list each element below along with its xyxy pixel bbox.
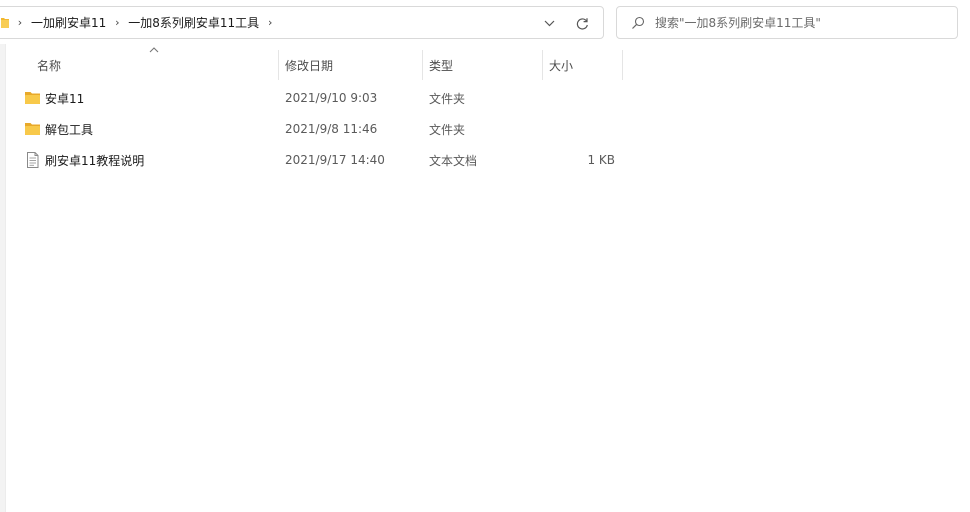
- column-header-name[interactable]: 名称: [20, 50, 278, 80]
- column-header-date[interactable]: 修改日期: [279, 50, 422, 80]
- column-header-size[interactable]: 大小: [543, 50, 622, 80]
- refresh-button[interactable]: [572, 13, 592, 33]
- file-size: [543, 84, 615, 112]
- column-header-label: 大小: [549, 58, 574, 73]
- file-modified-date: 2021/9/8 11:46: [285, 122, 378, 136]
- text-file-icon: [27, 152, 39, 168]
- chevron-right-icon[interactable]: ›: [13, 16, 27, 29]
- file-modified-date: 2021/9/10 9:03: [285, 91, 378, 105]
- file-row[interactable]: 解包工具 2021/9/8 11:46 文件夹: [20, 115, 623, 143]
- file-type: 文件夹: [429, 122, 466, 137]
- history-dropdown-button[interactable]: [539, 13, 559, 33]
- breadcrumb-item[interactable]: 一加刷安卓11: [27, 14, 110, 31]
- file-modified-date: 2021/9/17 14:40: [285, 153, 385, 167]
- breadcrumb: › 一加刷安卓11 › 一加8系列刷安卓11工具 ›: [13, 7, 277, 38]
- file-size: 1 KB: [587, 153, 615, 167]
- navigation-pane-edge[interactable]: [0, 44, 6, 512]
- file-row[interactable]: 刷安卓11教程说明 2021/9/17 14:40 文本文档 1 KB: [20, 146, 623, 174]
- chevron-down-icon: [544, 20, 554, 26]
- search-box[interactable]: [616, 6, 958, 39]
- folder-icon: [25, 123, 40, 135]
- refresh-icon: [576, 17, 588, 30]
- folder-icon: [25, 92, 40, 104]
- file-explorer: › 一加刷安卓11 › 一加8系列刷安卓11工具 › 搜索"一加8系列刷安卓11…: [0, 0, 970, 512]
- search-icon: [632, 16, 645, 29]
- chevron-right-icon[interactable]: ›: [263, 16, 277, 29]
- address-bar[interactable]: › 一加刷安卓11 › 一加8系列刷安卓11工具 ›: [0, 6, 604, 39]
- column-header-type[interactable]: 类型: [423, 50, 542, 80]
- breadcrumb-item[interactable]: 一加8系列刷安卓11工具: [124, 14, 263, 31]
- file-type: 文本文档: [429, 153, 478, 168]
- search-input[interactable]: [655, 7, 951, 38]
- column-header-label: 名称: [37, 58, 62, 73]
- file-name: 解包工具: [45, 122, 94, 137]
- chevron-right-icon[interactable]: ›: [110, 16, 124, 29]
- column-header-label: 修改日期: [285, 58, 334, 73]
- file-type: 文件夹: [429, 91, 466, 106]
- folder-icon: [1, 18, 9, 28]
- file-size: [543, 115, 615, 143]
- column-resize-handle[interactable]: [622, 50, 623, 80]
- file-row[interactable]: 安卓11 2021/9/10 9:03 文件夹: [20, 84, 623, 112]
- file-name: 刷安卓11教程说明: [45, 153, 145, 168]
- file-name: 安卓11: [45, 91, 85, 106]
- column-header-label: 类型: [429, 58, 454, 73]
